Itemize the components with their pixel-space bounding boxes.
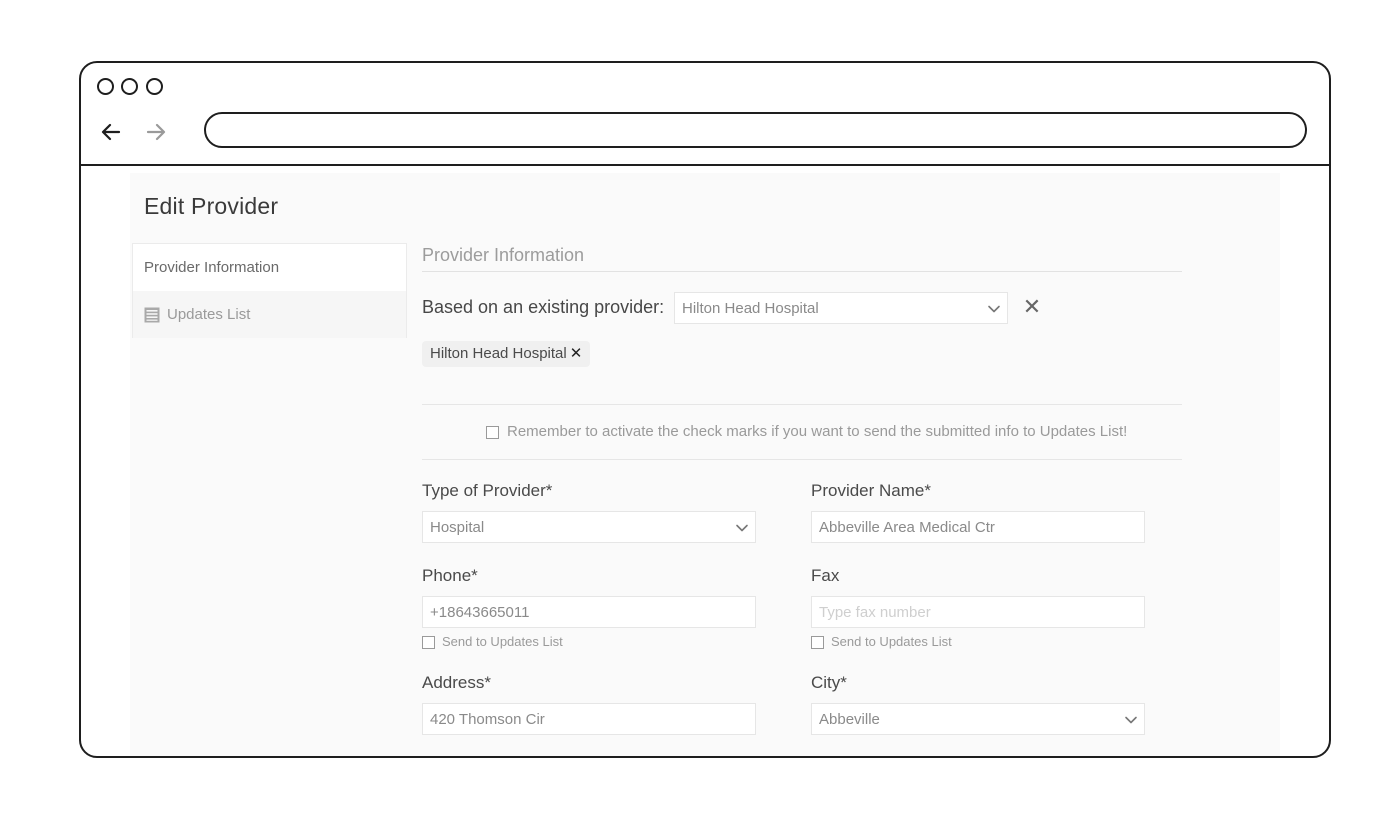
chevron-down-icon xyxy=(736,524,748,532)
sidebar-item-provider-information[interactable]: Provider Information xyxy=(133,244,406,291)
fax-send-checkbox[interactable] xyxy=(811,636,824,649)
edit-provider-page: Edit Provider Provider Information Updat… xyxy=(130,173,1280,756)
phone-send-checkbox[interactable] xyxy=(422,636,435,649)
fax-send-label: Send to Updates List xyxy=(831,634,952,649)
window-minimize-dot[interactable] xyxy=(121,78,138,95)
address-label: Address* xyxy=(422,673,491,692)
address-bar[interactable] xyxy=(204,112,1307,148)
provider-name-label: Provider Name* xyxy=(811,481,931,500)
section-divider xyxy=(422,271,1182,272)
remove-tag-icon[interactable]: ✕ xyxy=(570,345,583,362)
phone-value: +18643665011 xyxy=(430,604,530,621)
provider-name-input[interactable]: Abbeville Area Medical Ctr xyxy=(811,511,1145,543)
phone-label: Phone* xyxy=(422,566,478,585)
existing-provider-select[interactable]: Hilton Head Hospital xyxy=(674,292,1008,324)
city-label: City* xyxy=(811,673,847,692)
sidebar: Provider Information Updates List xyxy=(132,243,407,338)
fax-label: Fax xyxy=(811,566,840,585)
forward-arrow-icon[interactable] xyxy=(144,120,168,144)
window-maximize-dot[interactable] xyxy=(146,78,163,95)
type-of-provider-select[interactable]: Hospital xyxy=(422,511,756,543)
browser-chrome xyxy=(81,63,1329,166)
remember-notice: Remember to activate the check marks if … xyxy=(507,423,1128,440)
type-of-provider-value: Hospital xyxy=(430,519,485,536)
sidebar-item-label: Updates List xyxy=(167,306,251,323)
phone-input[interactable]: +18643665011 xyxy=(422,596,756,628)
window-close-dot[interactable] xyxy=(97,78,114,95)
existing-provider-value: Hilton Head Hospital xyxy=(682,300,819,317)
based-on-label: Based on an existing provider: xyxy=(422,297,665,317)
selected-provider-tag: Hilton Head Hospital ✕ xyxy=(422,341,591,367)
sidebar-item-updates-list[interactable]: Updates List xyxy=(133,291,406,338)
type-of-provider-label: Type of Provider* xyxy=(422,481,553,500)
address-value: 420 Thomson Cir xyxy=(430,711,545,728)
city-select[interactable]: Abbeville xyxy=(811,703,1145,735)
sidebar-item-label: Provider Information xyxy=(144,259,280,276)
divider xyxy=(422,459,1182,460)
remember-checkbox[interactable] xyxy=(486,426,499,439)
section-title: Provider Information xyxy=(422,245,585,265)
browser-window: Edit Provider Provider Information Updat… xyxy=(79,61,1331,758)
address-input[interactable]: 420 Thomson Cir xyxy=(422,703,756,735)
chevron-down-icon xyxy=(988,305,1000,313)
list-icon xyxy=(144,307,160,323)
back-arrow-icon[interactable] xyxy=(99,120,123,144)
city-value: Abbeville xyxy=(819,711,880,728)
phone-send-label: Send to Updates List xyxy=(442,634,563,649)
provider-name-value: Abbeville Area Medical Ctr xyxy=(819,519,995,536)
page-title: Edit Provider xyxy=(144,193,279,219)
tag-label: Hilton Head Hospital xyxy=(430,345,567,362)
fax-input[interactable]: Type fax number xyxy=(811,596,1145,628)
divider xyxy=(422,404,1182,405)
chevron-down-icon xyxy=(1125,716,1137,724)
clear-selection-icon[interactable]: ✕ xyxy=(1021,296,1043,318)
fax-placeholder: Type fax number xyxy=(819,604,931,621)
